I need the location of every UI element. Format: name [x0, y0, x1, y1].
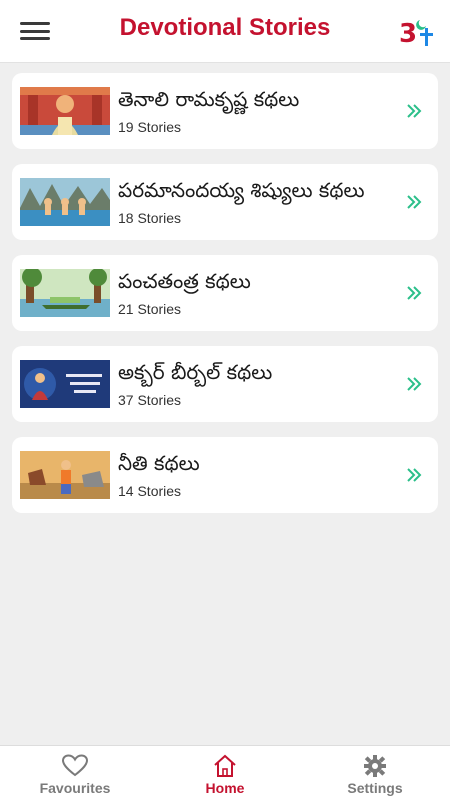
app-header: Devotional Stories 3 — [0, 0, 450, 63]
double-chevron-right-icon — [407, 468, 422, 482]
story-count: 18 Stories — [118, 210, 182, 226]
category-thumbnail — [20, 178, 110, 226]
category-thumbnail — [20, 87, 110, 135]
category-card-tenali-ramakrishna[interactable]: తెనాలి రామకృష్ణ కథలు 19 Stories — [12, 73, 438, 149]
svg-text:3: 3 — [399, 19, 417, 49]
gear-icon — [364, 755, 386, 777]
category-thumbnail — [20, 451, 110, 499]
double-chevron-right-icon — [407, 286, 422, 300]
heart-icon — [62, 754, 88, 777]
double-chevron-right-icon — [407, 104, 422, 118]
tab-label: Settings — [347, 780, 403, 796]
category-card-akbar-birbal[interactable]: అక్బర్ బీర్బల్ కథలు 37 Stories — [12, 346, 438, 422]
story-count: 21 Stories — [118, 301, 182, 317]
category-title: అక్బర్ బీర్బల్ కథలు — [118, 360, 273, 384]
home-icon — [214, 754, 236, 777]
story-count: 37 Stories — [118, 392, 182, 408]
page-title: Devotional Stories — [119, 14, 331, 41]
category-list: తెనాలి రామకృష్ణ కథలు 19 Stories పరమానందయ… — [12, 73, 438, 528]
category-card-paramanandayya[interactable]: పరమానందయ్య శిష్యులు కథలు 18 Stories — [12, 164, 438, 240]
category-card-neeti-kathalu[interactable]: నీతి కథలు 14 Stories — [12, 437, 438, 513]
tab-settings[interactable]: Settings — [300, 746, 450, 800]
story-count: 19 Stories — [118, 119, 182, 135]
om-religions-logo-icon[interactable]: 3 — [398, 12, 436, 50]
category-thumbnail — [20, 360, 110, 408]
category-card-panchatantra[interactable]: పంచతంత్ర కథలు 21 Stories — [12, 255, 438, 331]
category-title: పరమానందయ్య శిష్యులు కథలు — [118, 178, 365, 202]
double-chevron-right-icon — [407, 195, 422, 209]
bottom-tab-bar: Favourites Home Settings — [0, 745, 450, 800]
tab-label: Home — [205, 780, 245, 796]
category-title: నీతి కథలు — [118, 451, 200, 475]
tab-home[interactable]: Home — [150, 746, 300, 800]
category-title: తెనాలి రామకృష్ణ కథలు — [118, 87, 300, 111]
category-thumbnail — [20, 269, 110, 317]
tab-favourites[interactable]: Favourites — [0, 746, 150, 800]
tab-label: Favourites — [39, 780, 111, 796]
double-chevron-right-icon — [407, 377, 422, 391]
category-title: పంచతంత్ర కథలు — [118, 269, 251, 293]
story-count: 14 Stories — [118, 483, 182, 499]
